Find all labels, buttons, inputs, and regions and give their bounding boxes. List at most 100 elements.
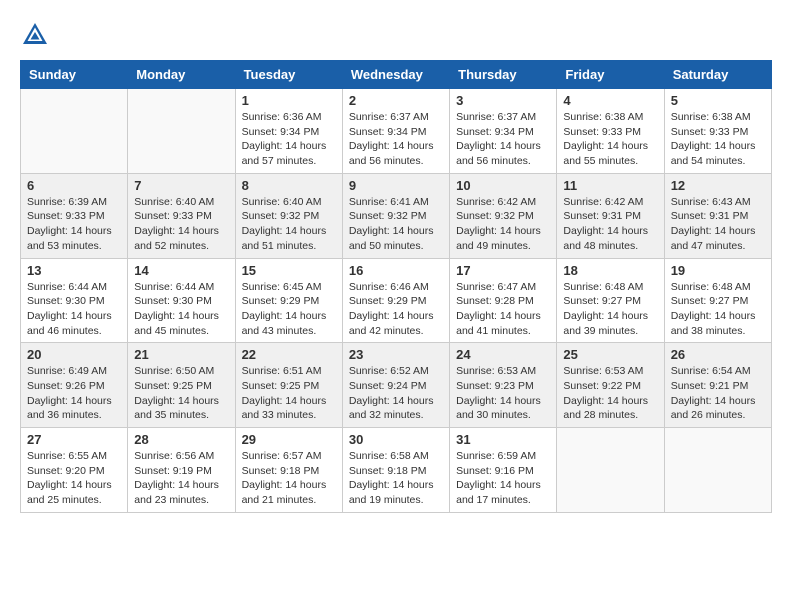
day-info: Sunrise: 6:48 AM Sunset: 9:27 PM Dayligh… [671,280,765,339]
calendar-cell: 29 Sunrise: 6:57 AM Sunset: 9:18 PM Dayli… [235,428,342,513]
calendar-cell: 10Sunrise: 6:42 AM Sunset: 9:32 PM Dayli… [450,173,557,258]
day-number: 4 [563,93,657,108]
day-number: 12 [671,178,765,193]
calendar-cell: 15Sunrise: 6:45 AM Sunset: 9:29 PM Dayli… [235,258,342,343]
calendar-cell: 6 Sunrise: 6:39 AM Sunset: 9:33 PM Daylig… [21,173,128,258]
calendar-week-2: 6 Sunrise: 6:39 AM Sunset: 9:33 PM Daylig… [21,173,772,258]
day-number: 19 [671,263,765,278]
calendar-cell: 20 Sunrise: 6:49 AM Sunset: 9:26 PM Dayli… [21,343,128,428]
calendar-week-1: 1 Sunrise: 6:36 AM Sunset: 9:34 PM Daylig… [21,89,772,174]
calendar-cell [21,89,128,174]
day-number: 22 [242,347,336,362]
day-info: Sunrise: 6:43 AM Sunset: 9:31 PM Dayligh… [671,195,765,254]
day-number: 20 [27,347,121,362]
day-number: 2 [349,93,443,108]
day-number: 27 [27,432,121,447]
day-number: 18 [563,263,657,278]
day-number: 13 [27,263,121,278]
calendar-cell: 9 Sunrise: 6:41 AM Sunset: 9:32 PM Daylig… [342,173,449,258]
day-number: 25 [563,347,657,362]
day-info: Sunrise: 6:42 AM Sunset: 9:31 PM Dayligh… [563,195,657,254]
day-info: Sunrise: 6:39 AM Sunset: 9:33 PM Dayligh… [27,195,121,254]
logo-icon [20,20,50,50]
column-header-monday: Monday [128,61,235,89]
column-header-thursday: Thursday [450,61,557,89]
day-number: 9 [349,178,443,193]
day-info: Sunrise: 6:56 AM Sunset: 9:19 PM Dayligh… [134,449,228,508]
calendar-cell [557,428,664,513]
day-number: 7 [134,178,228,193]
column-header-tuesday: Tuesday [235,61,342,89]
calendar-cell: 19 Sunrise: 6:48 AM Sunset: 9:27 PM Dayli… [664,258,771,343]
day-info: Sunrise: 6:44 AM Sunset: 9:30 PM Dayligh… [134,280,228,339]
day-info: Sunrise: 6:45 AM Sunset: 9:29 PM Dayligh… [242,280,336,339]
calendar-cell: 30 Sunrise: 6:58 AM Sunset: 9:18 PM Dayli… [342,428,449,513]
calendar-cell: 17 Sunrise: 6:47 AM Sunset: 9:28 PM Dayli… [450,258,557,343]
day-info: Sunrise: 6:37 AM Sunset: 9:34 PM Dayligh… [456,110,550,169]
calendar-cell: 14 Sunrise: 6:44 AM Sunset: 9:30 PM Dayli… [128,258,235,343]
calendar-cell: 31Sunrise: 6:59 AM Sunset: 9:16 PM Dayli… [450,428,557,513]
day-info: Sunrise: 6:38 AM Sunset: 9:33 PM Dayligh… [563,110,657,169]
day-number: 8 [242,178,336,193]
day-info: Sunrise: 6:47 AM Sunset: 9:28 PM Dayligh… [456,280,550,339]
column-header-friday: Friday [557,61,664,89]
calendar-cell: 22Sunrise: 6:51 AM Sunset: 9:25 PM Dayli… [235,343,342,428]
calendar-cell: 28 Sunrise: 6:56 AM Sunset: 9:19 PM Dayli… [128,428,235,513]
day-number: 29 [242,432,336,447]
calendar-cell: 18 Sunrise: 6:48 AM Sunset: 9:27 PM Dayli… [557,258,664,343]
day-info: Sunrise: 6:36 AM Sunset: 9:34 PM Dayligh… [242,110,336,169]
header [20,20,772,50]
day-number: 3 [456,93,550,108]
day-number: 14 [134,263,228,278]
day-number: 10 [456,178,550,193]
calendar-cell [128,89,235,174]
day-number: 26 [671,347,765,362]
day-info: Sunrise: 6:52 AM Sunset: 9:24 PM Dayligh… [349,364,443,423]
calendar-cell: 27 Sunrise: 6:55 AM Sunset: 9:20 PM Dayli… [21,428,128,513]
calendar: SundayMondayTuesdayWednesdayThursdayFrid… [20,60,772,513]
day-number: 5 [671,93,765,108]
day-number: 6 [27,178,121,193]
calendar-cell: 12 Sunrise: 6:43 AM Sunset: 9:31 PM Dayli… [664,173,771,258]
day-info: Sunrise: 6:41 AM Sunset: 9:32 PM Dayligh… [349,195,443,254]
day-number: 21 [134,347,228,362]
calendar-cell: 11 Sunrise: 6:42 AM Sunset: 9:31 PM Dayli… [557,173,664,258]
calendar-week-3: 13 Sunrise: 6:44 AM Sunset: 9:30 PM Dayli… [21,258,772,343]
column-header-saturday: Saturday [664,61,771,89]
calendar-cell: 3 Sunrise: 6:37 AM Sunset: 9:34 PM Daylig… [450,89,557,174]
day-number: 16 [349,263,443,278]
day-number: 1 [242,93,336,108]
day-info: Sunrise: 6:48 AM Sunset: 9:27 PM Dayligh… [563,280,657,339]
calendar-cell: 24Sunrise: 6:53 AM Sunset: 9:23 PM Dayli… [450,343,557,428]
day-info: Sunrise: 6:57 AM Sunset: 9:18 PM Dayligh… [242,449,336,508]
logo [20,20,54,50]
calendar-cell: 7 Sunrise: 6:40 AM Sunset: 9:33 PM Daylig… [128,173,235,258]
calendar-header-row: SundayMondayTuesdayWednesdayThursdayFrid… [21,61,772,89]
calendar-cell: 23Sunrise: 6:52 AM Sunset: 9:24 PM Dayli… [342,343,449,428]
day-info: Sunrise: 6:40 AM Sunset: 9:32 PM Dayligh… [242,195,336,254]
calendar-week-5: 27 Sunrise: 6:55 AM Sunset: 9:20 PM Dayli… [21,428,772,513]
day-info: Sunrise: 6:37 AM Sunset: 9:34 PM Dayligh… [349,110,443,169]
calendar-cell: 25Sunrise: 6:53 AM Sunset: 9:22 PM Dayli… [557,343,664,428]
calendar-cell: 16 Sunrise: 6:46 AM Sunset: 9:29 PM Dayli… [342,258,449,343]
column-header-sunday: Sunday [21,61,128,89]
calendar-week-4: 20 Sunrise: 6:49 AM Sunset: 9:26 PM Dayli… [21,343,772,428]
calendar-cell: 1 Sunrise: 6:36 AM Sunset: 9:34 PM Daylig… [235,89,342,174]
day-number: 17 [456,263,550,278]
day-info: Sunrise: 6:58 AM Sunset: 9:18 PM Dayligh… [349,449,443,508]
day-info: Sunrise: 6:49 AM Sunset: 9:26 PM Dayligh… [27,364,121,423]
day-info: Sunrise: 6:55 AM Sunset: 9:20 PM Dayligh… [27,449,121,508]
calendar-cell: 4 Sunrise: 6:38 AM Sunset: 9:33 PM Daylig… [557,89,664,174]
day-number: 30 [349,432,443,447]
calendar-cell [664,428,771,513]
day-info: Sunrise: 6:46 AM Sunset: 9:29 PM Dayligh… [349,280,443,339]
day-number: 24 [456,347,550,362]
day-info: Sunrise: 6:40 AM Sunset: 9:33 PM Dayligh… [134,195,228,254]
day-info: Sunrise: 6:38 AM Sunset: 9:33 PM Dayligh… [671,110,765,169]
day-number: 28 [134,432,228,447]
calendar-cell: 26Sunrise: 6:54 AM Sunset: 9:21 PM Dayli… [664,343,771,428]
calendar-cell: 21Sunrise: 6:50 AM Sunset: 9:25 PM Dayli… [128,343,235,428]
calendar-cell: 2 Sunrise: 6:37 AM Sunset: 9:34 PM Daylig… [342,89,449,174]
column-header-wednesday: Wednesday [342,61,449,89]
day-number: 11 [563,178,657,193]
